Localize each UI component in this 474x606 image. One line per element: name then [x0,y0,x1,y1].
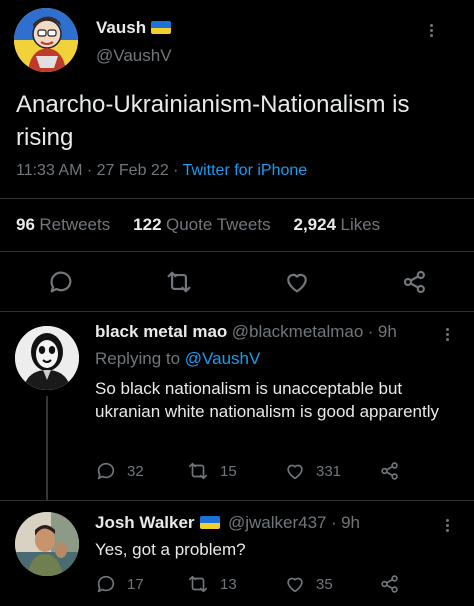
retweet-action[interactable]: 15 [186,460,237,482]
like-icon[interactable] [283,268,311,301]
retweet-icon [188,575,208,593]
main-author-avatar[interactable] [14,8,78,72]
retweet-icon [188,462,208,480]
quotes-count: 122 [133,215,162,234]
more-icon[interactable] [430,22,433,39]
share-icon [381,575,398,593]
divider [0,251,474,252]
tweet-stats: 96 Retweets 122 Quote Tweets 2,924 Likes [16,215,380,235]
main-author-name[interactable]: Vaush [96,18,146,37]
avatar-image [14,8,78,72]
divider [0,500,474,501]
divider [0,311,474,312]
replying-to-link[interactable]: @VaushV [185,349,261,368]
like-action[interactable]: 331 [284,460,341,482]
retweets-count: 96 [16,215,35,234]
reply-author-name[interactable]: black metal mao [95,322,227,341]
main-author-handle[interactable]: @VaushV [96,46,172,66]
reply-author-handle[interactable]: @blackmetalmao [232,322,364,341]
reply-action[interactable]: 17 [95,573,144,595]
quotes-stat[interactable]: 122 Quote Tweets [133,215,271,234]
retweet-icon[interactable] [164,268,194,301]
reply-avatar[interactable] [15,326,79,390]
meta-separator: · [173,162,183,179]
divider [0,198,474,199]
reply-icon [97,575,115,593]
reply-icon [97,462,115,480]
tweet-date[interactable]: 27 Feb 22 [97,162,169,179]
avatar-image [15,512,79,576]
likes-count: 2,924 [293,215,337,234]
reply-count: 32 [127,462,144,480]
tweet-time[interactable]: 11:33 AM [16,162,82,179]
meta-separator: · [330,513,337,532]
reply-time[interactable]: 9h [378,322,397,341]
tweet-source[interactable]: Twitter for iPhone [183,162,308,179]
retweet-count: 13 [220,575,237,593]
retweets-label: Retweets [39,215,111,234]
like-count: 331 [316,462,342,480]
share-action[interactable] [379,460,401,482]
quotes-label: Quote Tweets [165,215,271,234]
thread-line [46,396,48,500]
main-tweet-text: Anarcho-Ukrainianism-Nationalism is risi… [16,91,410,151]
reply-time[interactable]: 9h [341,513,360,532]
share-action[interactable] [379,573,401,595]
reply-action[interactable]: 32 [95,460,144,482]
like-icon [287,577,303,593]
avatar-image [15,326,79,390]
like-count: 35 [316,575,333,593]
share-icon [381,462,398,480]
reply-text: So black nationalism is unacceptable but… [95,379,439,421]
reply-count: 17 [127,575,144,593]
meta-separator: · [86,162,97,179]
reply-icon[interactable] [47,268,75,301]
meta-separator: · [367,322,374,341]
reply-text: Yes, got a problem? [95,540,246,559]
replying-to: Replying to @VaushV [95,347,260,370]
retweets-stat[interactable]: 96 Retweets [16,215,111,234]
replying-prefix: Replying to [95,349,181,368]
like-action[interactable]: 35 [284,573,333,595]
tweet-meta: 11:33 AM · 27 Feb 22 · Twitter for iPhon… [16,162,307,180]
ukraine-flag-icon [151,21,172,34]
reply-author-handle[interactable]: @jwalker437 [228,513,327,532]
share-icon[interactable] [401,268,429,301]
ukraine-flag-icon [199,516,220,529]
like-icon [287,464,303,480]
more-icon[interactable] [446,517,449,534]
likes-stat[interactable]: 2,924 Likes [293,215,381,234]
retweet-count: 15 [220,462,237,480]
reply-author-name[interactable]: Josh Walker [95,513,195,532]
more-icon[interactable] [446,326,449,343]
retweet-action[interactable]: 13 [186,573,237,595]
likes-label: Likes [340,215,381,234]
reply-avatar[interactable] [15,512,79,576]
